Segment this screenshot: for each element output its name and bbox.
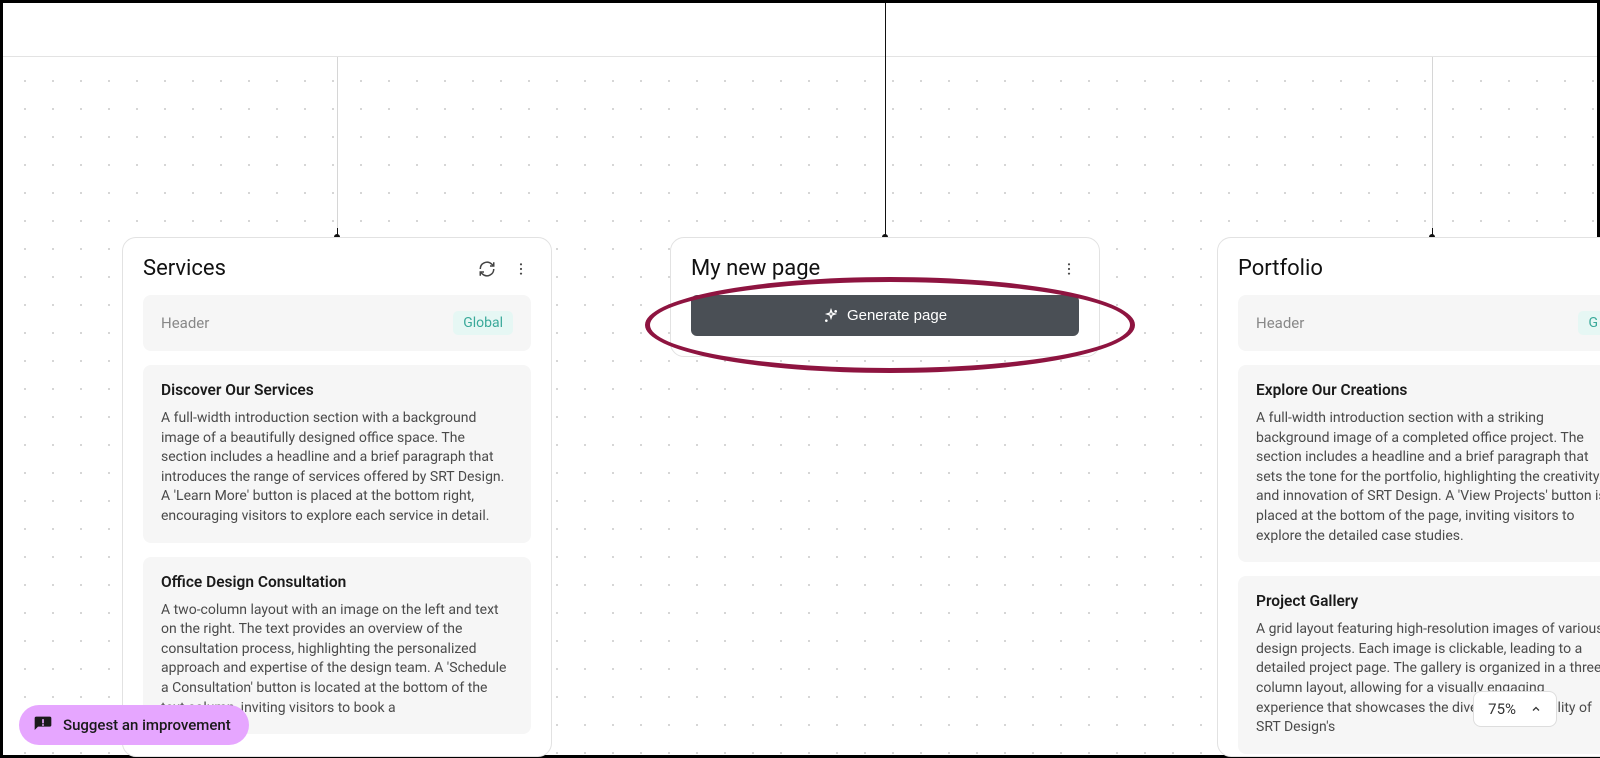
- header-section-services[interactable]: Header Global: [143, 295, 531, 351]
- global-badge: Global: [453, 311, 513, 335]
- suggest-improvement-button[interactable]: Suggest an improvement: [19, 705, 249, 745]
- generate-label: Generate page: [847, 307, 947, 324]
- generate-page-button[interactable]: Generate page: [691, 295, 1079, 336]
- more-vertical-icon[interactable]: [1059, 259, 1079, 279]
- header-label: Header: [1256, 314, 1304, 332]
- header-label: Header: [161, 314, 209, 332]
- section-desc: A full-width introduction section with a…: [1256, 409, 1600, 546]
- global-badge: G: [1578, 311, 1600, 335]
- feedback-icon: [33, 715, 53, 735]
- section-title: Office Design Consultation: [161, 573, 513, 591]
- zoom-control[interactable]: 75%: [1473, 691, 1557, 727]
- center-divider: [885, 3, 886, 57]
- sparkle-icon: [823, 308, 839, 324]
- section-discover-services[interactable]: Discover Our Services A full-width intro…: [143, 365, 531, 543]
- card-services[interactable]: Services Header Global Discover Our Serv…: [122, 237, 552, 757]
- card-new-page[interactable]: My new page Generate page: [670, 237, 1100, 357]
- chevron-up-icon[interactable]: [1530, 703, 1542, 715]
- frame-border-left: [337, 57, 338, 237]
- section-title: Project Gallery: [1256, 592, 1600, 610]
- section-title: Explore Our Creations: [1256, 381, 1600, 399]
- section-explore-creations[interactable]: Explore Our Creations A full-width intro…: [1238, 365, 1600, 562]
- connector-newpage: [885, 57, 886, 237]
- more-vertical-icon[interactable]: [511, 259, 531, 279]
- top-bar: [3, 3, 1597, 57]
- card-title-portfolio: Portfolio: [1238, 256, 1323, 281]
- card-title-services: Services: [143, 256, 226, 281]
- refresh-icon[interactable]: [477, 259, 497, 279]
- section-desc: A two-column layout with an image on the…: [161, 601, 513, 719]
- section-desc: A full-width introduction section with a…: [161, 409, 513, 527]
- card-title-newpage: My new page: [691, 256, 820, 281]
- frame-border-right: [1432, 57, 1433, 237]
- suggest-label: Suggest an improvement: [63, 716, 231, 734]
- card-portfolio[interactable]: Portfolio Header G Explore Our Creations…: [1217, 237, 1600, 757]
- header-section-portfolio[interactable]: Header G: [1238, 295, 1600, 351]
- section-project-gallery[interactable]: Project Gallery A grid layout featuring …: [1238, 576, 1600, 754]
- zoom-level: 75%: [1488, 700, 1516, 718]
- section-title: Discover Our Services: [161, 381, 513, 399]
